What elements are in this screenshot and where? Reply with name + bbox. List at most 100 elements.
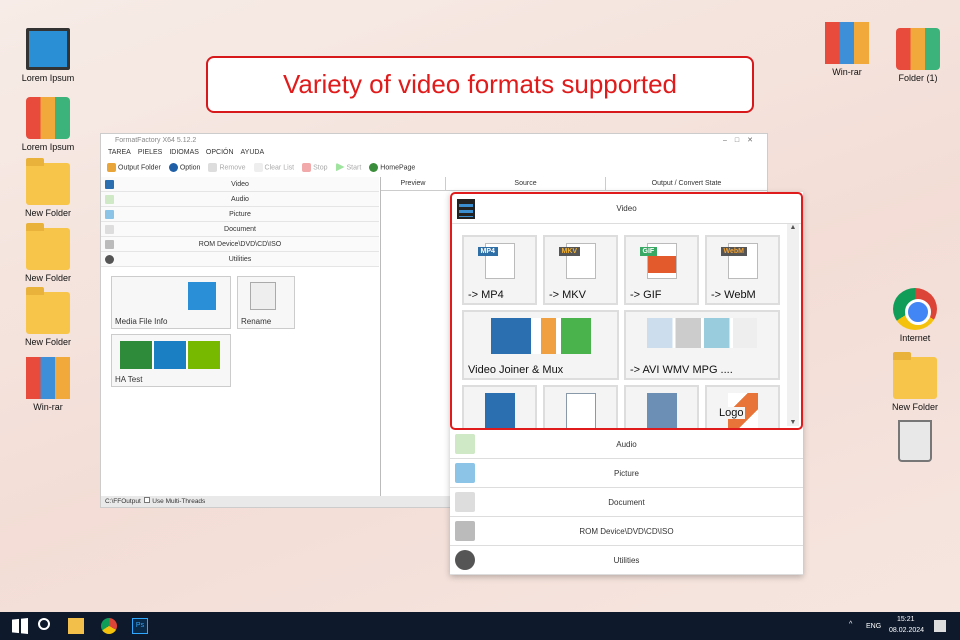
gif-file-icon: GIF: [639, 243, 677, 279]
zoom-category-document[interactable]: Document: [450, 488, 803, 517]
output-folder-button[interactable]: Output Folder: [107, 162, 161, 172]
icon-label: New Folder: [24, 273, 71, 283]
windows-start-icon[interactable]: [12, 618, 28, 634]
tray-chevron-icon[interactable]: ^: [849, 621, 852, 628]
zoom-category-audio[interactable]: Audio: [450, 430, 803, 459]
folder-icon: [26, 158, 70, 205]
tag: MKV: [558, 247, 581, 256]
category-picture[interactable]: Picture: [101, 207, 379, 222]
clock-time[interactable]: 15:21: [897, 616, 915, 623]
menu-tarea[interactable]: TAREA: [108, 147, 131, 159]
desktop-icon-win-rar[interactable]: Win-rar: [13, 357, 83, 412]
icon-label: New Folder: [24, 337, 71, 347]
label: Utilities: [228, 256, 252, 263]
column-output[interactable]: Output / Convert State: [606, 177, 767, 190]
window-title: FormatFactory X64 5.12.2: [115, 137, 197, 144]
binders-icon: [896, 28, 940, 70]
menu-pieles[interactable]: PIELES: [138, 147, 163, 159]
column-source[interactable]: Source: [446, 177, 606, 190]
desktop-icon-recycle-bin[interactable]: [880, 420, 950, 465]
search-icon[interactable]: [38, 618, 50, 630]
language-indicator[interactable]: ENG: [866, 623, 881, 630]
desktop-icon-lorem-ipsum-pc[interactable]: Lorem Ipsum: [13, 28, 83, 83]
desktop-icon-win-rar-right[interactable]: Win-rar: [812, 22, 882, 77]
tile-ha-test[interactable]: HA Test: [111, 334, 231, 387]
tile-media-file-info[interactable]: Media File Info: [111, 276, 231, 329]
menu-idiomas[interactable]: IDIOMAS: [169, 147, 199, 159]
output-path[interactable]: C:\FFOutput: [105, 498, 141, 505]
stop-button[interactable]: Stop: [302, 162, 328, 172]
column-preview[interactable]: Preview: [381, 177, 446, 190]
category-audio[interactable]: Audio: [101, 192, 379, 207]
tile-to-mp4[interactable]: MP4 -> MP4: [462, 235, 537, 305]
desktop-icon-new-folder-right[interactable]: New Folder: [880, 352, 950, 412]
tile-to-gif[interactable]: GIF -> GIF: [624, 235, 699, 305]
clock-date[interactable]: 08.02.2024: [889, 627, 924, 634]
globe-icon: [369, 162, 379, 172]
zoom-category-rom[interactable]: ROM Device\DVD\CD\ISO: [450, 517, 803, 546]
clear-list-button[interactable]: Clear List: [253, 162, 294, 172]
tile-logo[interactable]: Logo: [705, 385, 780, 428]
option-button[interactable]: Option: [168, 162, 201, 172]
desktop-icon-internet[interactable]: Internet: [880, 288, 950, 343]
icon-label: Win-rar: [33, 402, 63, 412]
binders-icon: [26, 97, 70, 139]
category-document[interactable]: Document: [101, 222, 379, 237]
icon-label: Internet: [899, 333, 931, 343]
label: -> AVI WMV MPG ....: [630, 364, 733, 376]
photoshop-icon[interactable]: Ps: [132, 618, 148, 634]
webm-file-icon: WebM: [720, 243, 758, 279]
category-panel: Video Audio Picture Document ROM Device\…: [101, 177, 379, 496]
category-utilities[interactable]: Utilities: [101, 252, 379, 267]
desktop-icon-lorem-ipsum-binders[interactable]: Lorem Ipsum: [13, 97, 83, 152]
tile-video-joiner[interactable]: Video Joiner & Mux: [462, 310, 619, 380]
label: Option: [179, 163, 201, 171]
chrome-icon[interactable]: [101, 618, 117, 634]
menu-ayuda[interactable]: AYUDA: [241, 147, 265, 159]
tag: GIF: [639, 247, 658, 256]
tile-rename[interactable]: Rename: [237, 276, 295, 329]
task-list-header: Preview Source Output / Convert State: [381, 177, 767, 191]
desktop-icon-folder-1[interactable]: Folder (1): [883, 28, 953, 83]
tile-to-avi-wmv-mpg[interactable]: -> AVI WMV MPG ....: [624, 310, 780, 380]
category-rom[interactable]: ROM Device\DVD\CD\ISO: [101, 237, 379, 252]
zoom-category-utilities[interactable]: Utilities: [450, 546, 803, 575]
disc-icon: [105, 240, 114, 249]
notifications-icon[interactable]: [934, 620, 946, 632]
tile-to-webm[interactable]: WebM -> WebM: [705, 235, 780, 305]
window-controls[interactable]: –□✕: [723, 134, 761, 147]
utilities-icon: [105, 255, 114, 264]
label: Logo: [717, 407, 746, 419]
desktop-icon-new-folder-2[interactable]: New Folder: [13, 223, 83, 283]
label: Output Folder: [118, 163, 161, 171]
homepage-button[interactable]: HomePage: [369, 162, 415, 172]
desktop-icon-new-folder-3[interactable]: New Folder: [13, 287, 83, 347]
remove-icon: [208, 162, 218, 172]
scissors-icon: [565, 393, 596, 428]
tag: WebM: [720, 247, 747, 256]
remove-button[interactable]: Remove: [208, 162, 246, 172]
label: Start: [346, 163, 362, 171]
video-header[interactable]: Video: [452, 194, 801, 224]
label: Remove: [219, 163, 246, 171]
label: ROM Device\DVD\CD\ISO: [579, 527, 674, 536]
tile-video-tool-3[interactable]: [624, 385, 699, 428]
label: Audio: [616, 440, 637, 449]
menu-opcion[interactable]: OPCIÓN: [206, 147, 234, 159]
info-icon: [188, 282, 216, 310]
zoom-category-picture[interactable]: Picture: [450, 459, 803, 488]
file-explorer-icon[interactable]: [68, 618, 84, 634]
tile-crop[interactable]: [543, 385, 618, 428]
tile-video-tool-1[interactable]: [462, 385, 537, 428]
icon-label: Win-rar: [832, 67, 862, 77]
option-icon: [168, 162, 178, 172]
stop-icon: [302, 162, 312, 172]
film-icon: [457, 199, 475, 219]
multithread-checkbox[interactable]: [144, 497, 151, 503]
desktop-icon-new-folder-1[interactable]: New Folder: [13, 158, 83, 218]
start-button[interactable]: Start: [335, 162, 362, 172]
label: Document: [608, 498, 645, 507]
scrollbar[interactable]: ▲ ▼: [787, 224, 799, 426]
category-video[interactable]: Video: [101, 177, 379, 192]
tile-to-mkv[interactable]: MKV -> MKV: [543, 235, 618, 305]
